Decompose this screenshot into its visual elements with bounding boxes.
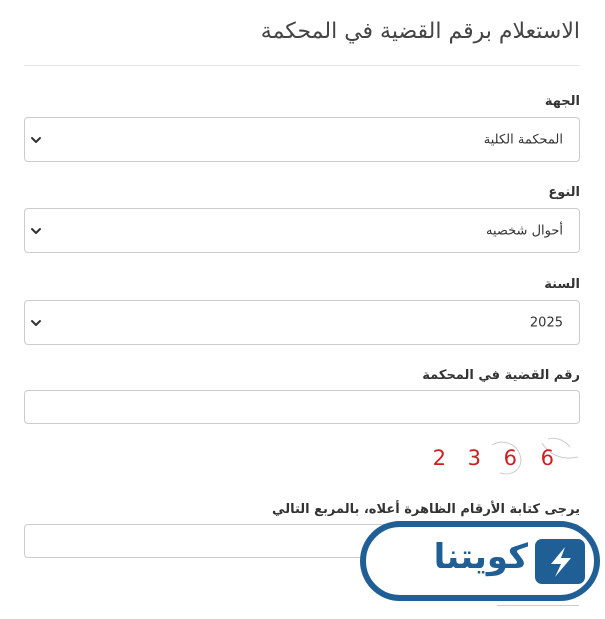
case-number-input[interactable]	[24, 390, 580, 424]
title-divider	[24, 65, 580, 66]
captcha-digit: 6	[541, 446, 554, 470]
chevron-down-icon	[29, 224, 43, 238]
authority-select[interactable]: المحكمة الكلية	[24, 117, 580, 162]
chevron-down-icon	[29, 316, 43, 330]
type-label: النوع	[548, 185, 580, 200]
authority-selected-value: المحكمة الكلية	[483, 132, 563, 147]
captcha-image: 2 3 6 6	[430, 437, 580, 477]
year-label: السنة	[544, 277, 580, 292]
watermark-logo: كويتنا	[360, 521, 600, 601]
captcha-digit: 6	[504, 446, 517, 470]
court-case-inquiry-page: الاستعلام برقم القضية في المحكمة الجهة ا…	[0, 0, 605, 619]
captcha-digit: 3	[468, 446, 481, 470]
lightning-icon	[535, 539, 585, 584]
year-select[interactable]: 2025	[24, 300, 580, 345]
partially-hidden-element	[497, 605, 579, 606]
captcha-label: يرجى كتابة الأرقام الظاهرة أعلاه، بالمرب…	[272, 502, 580, 517]
watermark-logo-text: كويتنا	[433, 537, 528, 577]
chevron-down-icon	[29, 133, 43, 147]
page-title: الاستعلام برقم القضية في المحكمة	[260, 19, 580, 44]
captcha-digit: 2	[433, 446, 446, 470]
type-select[interactable]: أحوال شخصيه	[24, 208, 580, 253]
year-selected-value: 2025	[529, 315, 563, 330]
authority-label: الجهة	[544, 94, 580, 109]
type-selected-value: أحوال شخصيه	[485, 223, 563, 238]
case-number-label: رقم القضية في المحكمة	[422, 368, 580, 383]
